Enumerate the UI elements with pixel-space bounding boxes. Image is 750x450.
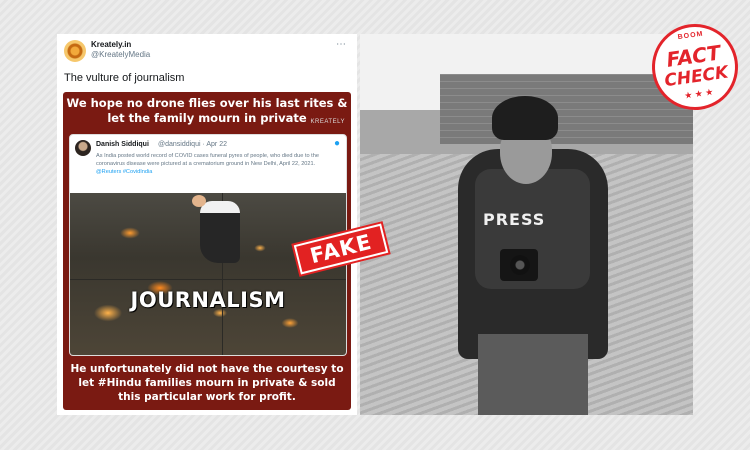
embedded-author-handle: @dansiddiqui · Apr 22 — [158, 141, 227, 148]
embedded-tweet-body: As India posted world record of COVID ca… — [96, 152, 340, 176]
meme-top-caption: We hope no drone flies over his last rit… — [66, 96, 348, 125]
cremation-photo-collage: JOURNALISM — [70, 193, 346, 355]
embedded-avatar — [75, 140, 91, 156]
tweet-author-name[interactable]: Kreately.in — [91, 40, 131, 49]
vulture-illustration — [200, 201, 240, 263]
press-label: PRESS — [483, 210, 546, 229]
tweet-card[interactable]: Kreately.in @KreatelyMedia ⋯ The vulture… — [57, 34, 357, 415]
more-options-icon[interactable]: ⋯ — [336, 39, 347, 50]
collage-divider — [70, 279, 346, 280]
journalist-photo: PRESS — [360, 34, 693, 415]
embedded-author-name: Danish Siddiqui — [96, 141, 149, 148]
embedded-body-text: As India posted world record of COVID ca… — [96, 153, 319, 167]
brand-watermark: KREATELY — [310, 119, 345, 125]
tweet-author-handle[interactable]: @KreatelyMedia — [91, 50, 150, 59]
twitter-bird-icon: ● — [333, 138, 340, 149]
meme-bottom-caption: He unfortunately did not have the courte… — [70, 363, 344, 403]
helmet — [492, 96, 558, 140]
avatar[interactable] — [64, 40, 86, 62]
tweet-text: The vulture of journalism — [64, 72, 185, 84]
camera-lens — [510, 255, 530, 275]
journalist-legs — [478, 334, 588, 415]
vulture-head — [192, 195, 206, 207]
journalism-overlay-text: JOURNALISM — [130, 288, 286, 312]
embedded-links: @Reuters #CovidIndia — [96, 169, 153, 175]
